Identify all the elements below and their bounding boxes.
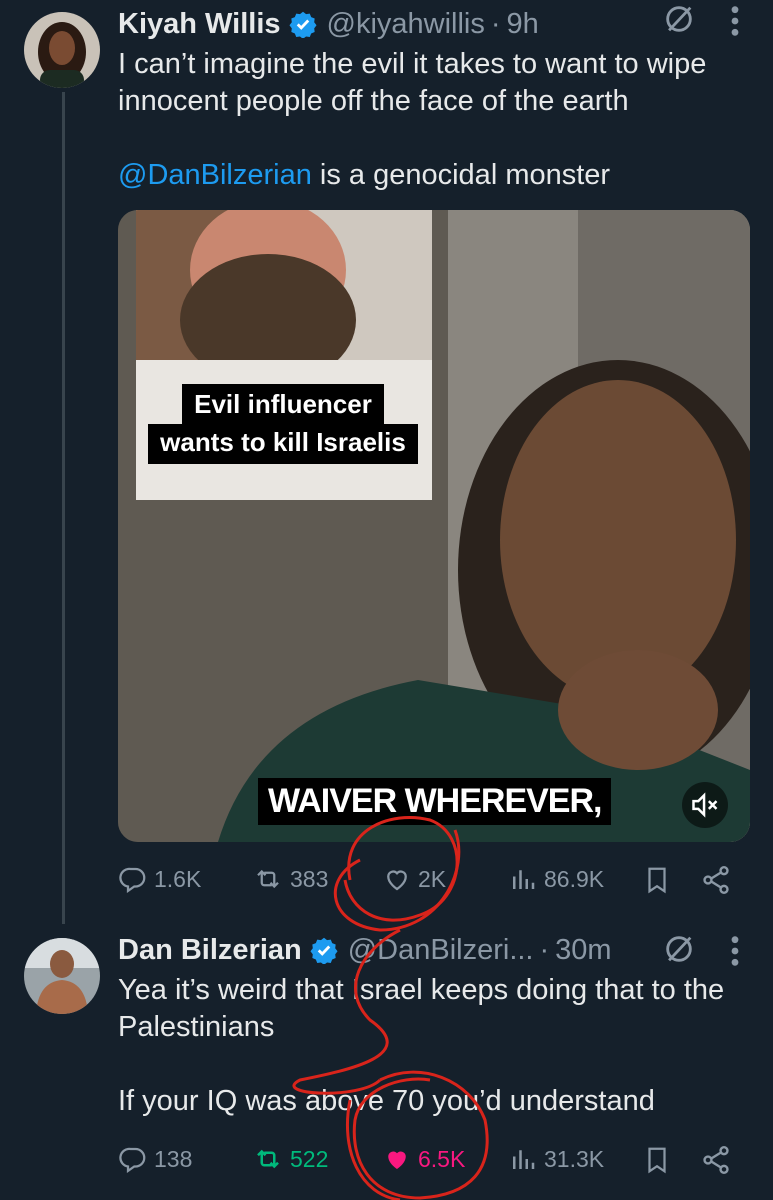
repost-count: 383 [290, 865, 329, 892]
mention-link[interactable]: @DanBilzerian [118, 159, 312, 191]
verified-badge-icon [310, 937, 338, 964]
timestamp[interactable]: 9h [507, 8, 539, 41]
reply-icon [119, 867, 146, 894]
like-button[interactable]: 2K [382, 864, 446, 894]
share-icon[interactable] [700, 864, 738, 896]
more-icon[interactable] [728, 4, 742, 46]
bookmark-icon[interactable] [642, 864, 678, 896]
repost-button[interactable]: 522 [252, 1144, 328, 1174]
views-button[interactable]: 31.3K [508, 1144, 604, 1174]
timestamp[interactable]: 30m [555, 934, 611, 967]
inset-caption-line2: wants to kill Israelis [148, 424, 418, 464]
share-icon[interactable] [700, 1144, 738, 1176]
inset-caption: Evil influencer wants to kill Israelis [138, 384, 428, 464]
tweet-header: Dan Bilzerian @DanBilzeri... · 30m [118, 930, 612, 970]
video-player[interactable]: Evil influencer wants to kill Israelis W… [118, 210, 750, 842]
user-handle[interactable]: @kiyahwillis [327, 8, 485, 41]
more-icon[interactable] [728, 934, 742, 976]
tweet-text: Yea it’s weird that Israel keeps doing t… [118, 972, 758, 1120]
like-icon [387, 870, 407, 891]
tweet-text-line: I can’t imagine the evil it takes to wan… [118, 48, 707, 117]
display-name[interactable]: Kiyah Willis [118, 8, 281, 41]
tweet-text-rest: is a genocidal monster [311, 159, 611, 191]
like-count: 2K [418, 865, 447, 892]
tweet-text-line: @DanBilzerian is a genocidal monster [118, 157, 758, 194]
like-icon [388, 1151, 406, 1169]
repost-icon [257, 869, 279, 889]
tweet-text-line: Yea it’s weird that Israel keeps doing t… [118, 974, 725, 1043]
like-count: 6.5K [418, 1145, 466, 1172]
grok-icon[interactable] [662, 2, 696, 44]
tweet-text-line: If your IQ was above 70 you’d understand [118, 1085, 655, 1117]
separator-dot: · [490, 7, 501, 40]
tweet-header: Kiyah Willis @kiyahwillis · 9h [118, 4, 539, 44]
tweet-actions: 1.6K 383 2K 86.9K [118, 864, 738, 904]
separator-dot: · [539, 933, 550, 966]
repost-count: 522 [290, 1145, 329, 1172]
video-subtitle: WAIVER WHEREVER, [258, 778, 612, 825]
verified-badge-icon [288, 11, 317, 38]
views-icon [513, 870, 535, 889]
views-count: 86.9K [544, 865, 605, 892]
tweet-text: I can’t imagine the evil it takes to wan… [118, 46, 758, 194]
like-button[interactable]: 6.5K [382, 1144, 465, 1174]
reply-button[interactable]: 138 [118, 1144, 192, 1174]
views-count: 31.3K [544, 1145, 605, 1172]
mute-icon[interactable] [682, 782, 728, 828]
views-icon [513, 1150, 535, 1169]
inset-caption-line1: Evil influencer [182, 384, 384, 424]
avatar-kiyah[interactable] [24, 12, 100, 88]
avatar-dan[interactable] [24, 938, 100, 1014]
reply-icon [119, 1147, 146, 1174]
grok-icon[interactable] [662, 932, 696, 974]
reply-button[interactable]: 1.6K [118, 864, 201, 894]
display-name[interactable]: Dan Bilzerian [118, 934, 302, 967]
thread-connector-line [62, 92, 65, 924]
reply-count: 1.6K [154, 865, 202, 892]
bookmark-icon[interactable] [642, 1144, 678, 1176]
tweet-actions: 138 522 6.5K 31.3K [118, 1144, 738, 1184]
repost-button[interactable]: 383 [252, 864, 328, 894]
views-button[interactable]: 86.9K [508, 864, 604, 894]
repost-icon [257, 1149, 279, 1169]
reply-count: 138 [154, 1145, 193, 1172]
user-handle[interactable]: @DanBilzeri... [348, 934, 534, 967]
